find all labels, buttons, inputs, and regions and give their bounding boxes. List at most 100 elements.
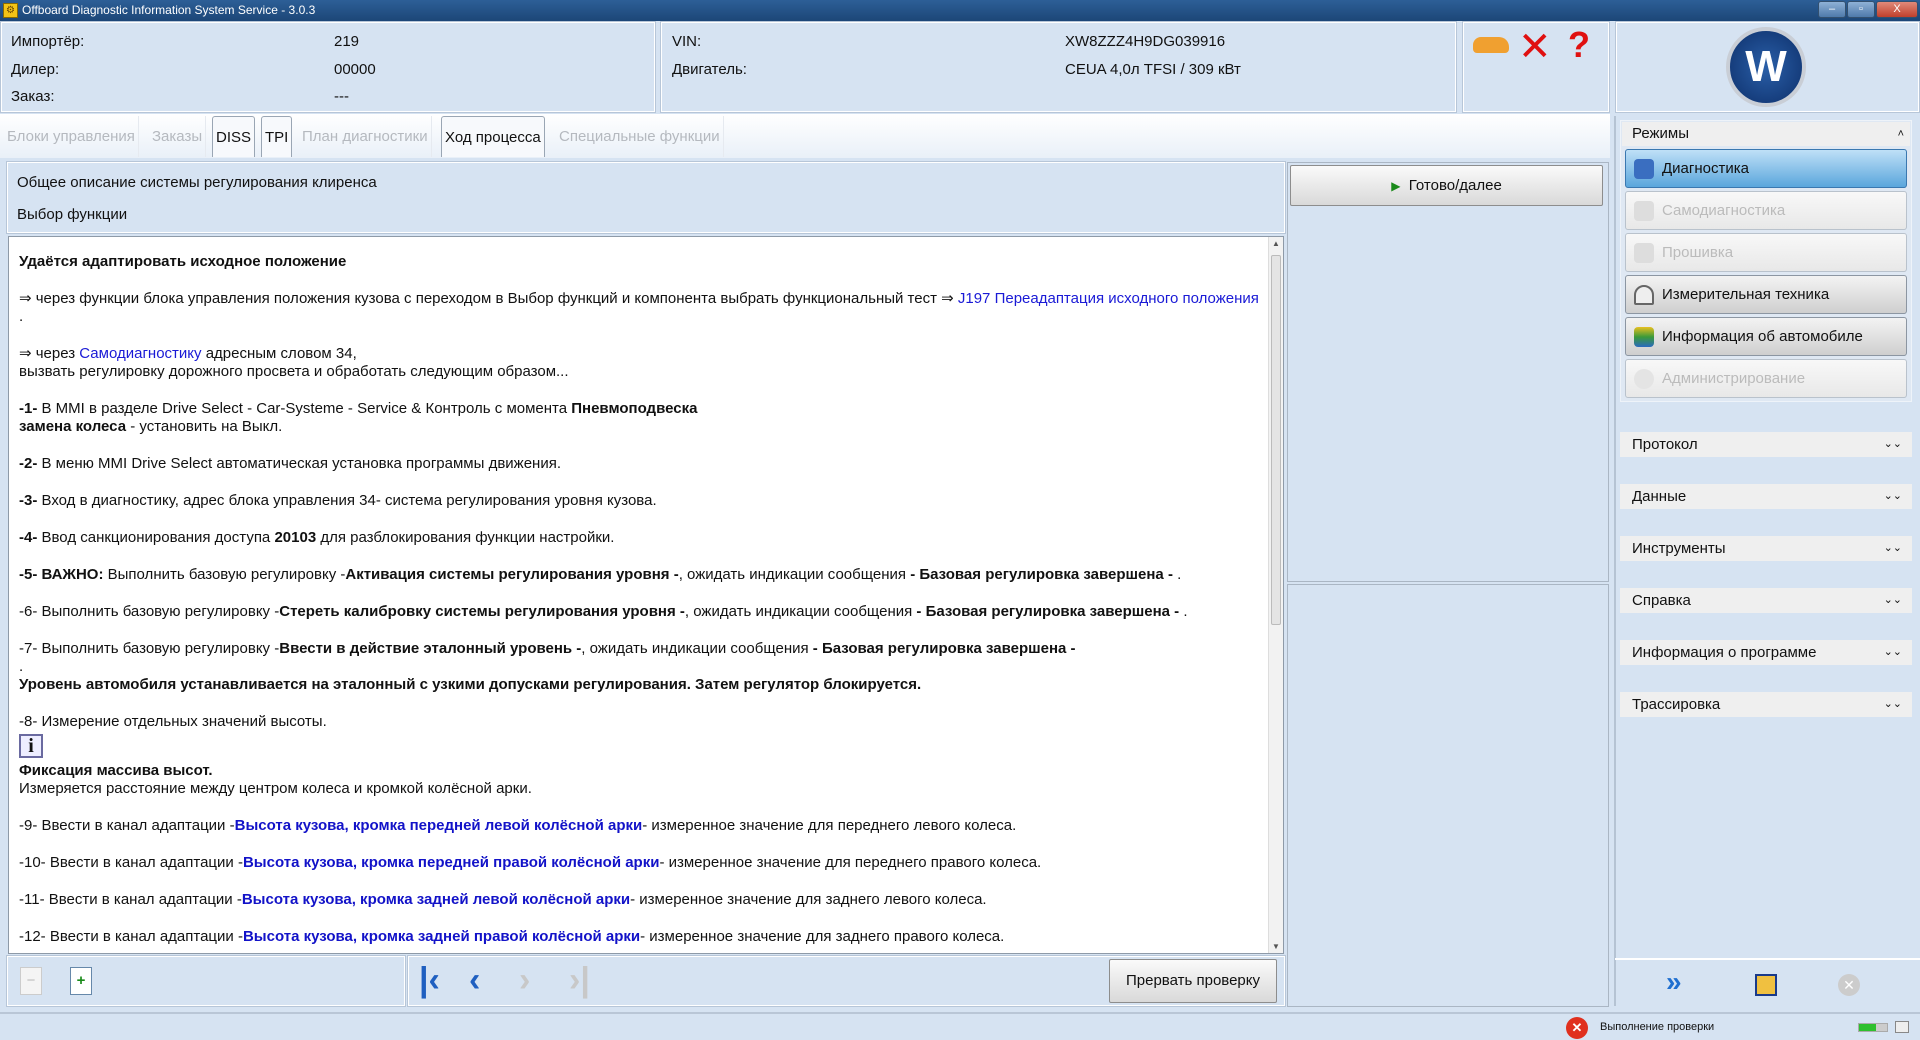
document-text: - измеренное значение для переднего лево…: [642, 817, 1017, 834]
minimize-button[interactable]: –: [1818, 1, 1846, 18]
document-text: -5- ВАЖНО:: [19, 566, 108, 583]
document-link[interactable]: Самодиагностику: [79, 345, 201, 362]
first-page-icon[interactable]: |‹: [419, 961, 440, 1000]
help-icon[interactable]: ?: [1568, 25, 1590, 65]
mode-diagnostics[interactable]: Диагностика: [1625, 149, 1907, 188]
next-page-icon[interactable]: ›: [519, 961, 530, 1000]
expand-icon: ⌄⌄: [1883, 542, 1902, 554]
next-button-label: Готово/далее: [1408, 177, 1502, 194]
section-label: Трассировка: [1632, 696, 1721, 713]
document-text: В меню MMI Drive Select автоматическая у…: [41, 455, 562, 472]
tab-special-functions[interactable]: Специальные функции: [556, 116, 724, 157]
mode-administration[interactable]: Администрирование: [1625, 359, 1907, 398]
mode-flashing[interactable]: Прошивка: [1625, 233, 1907, 272]
document-paragraph: -10- Ввести в канал адаптации -Высота ку…: [19, 854, 1259, 872]
sidebar-footer: » ✕: [1615, 958, 1920, 1008]
mode-label: Администрирование: [1662, 370, 1806, 387]
mode-label: Прошивка: [1662, 244, 1734, 261]
section-protocol[interactable]: Протокол ⌄⌄: [1620, 432, 1912, 457]
fit-window-icon[interactable]: [1755, 974, 1777, 996]
document-link[interactable]: J197 Переадаптация исходного положения: [958, 290, 1259, 307]
action-panel-lower: [1287, 584, 1609, 1007]
tab-orders[interactable]: Заказы: [149, 116, 207, 157]
document-text: -4-: [19, 529, 42, 546]
document-paragraph: -12- Ввести в канал адаптации -Высота ку…: [19, 928, 1259, 946]
document-text: Стереть калибровку системы регулирования…: [279, 603, 685, 620]
document-text: для разблокирования функции настройки.: [316, 529, 615, 546]
expand-icon: ⌄⌄: [1883, 698, 1902, 710]
document-text: Пневмоподвеска: [571, 400, 698, 417]
scrollbar-thumb[interactable]: [1271, 255, 1281, 625]
process-title: Общее описание системы регулирования кли…: [17, 174, 377, 191]
mode-measuring[interactable]: Измерительная техника: [1625, 275, 1907, 314]
document-text: 20103: [274, 529, 317, 546]
section-about[interactable]: Информация о программе ⌄⌄: [1620, 640, 1912, 665]
document-text: - измеренное значение для заднего левого…: [630, 891, 987, 908]
document-text: -6- Выполнить базовую регулировку -: [19, 603, 280, 620]
document-paragraph: -9- Ввести в канал адаптации -Высота куз…: [19, 817, 1259, 835]
section-label: Информация о программе: [1632, 644, 1817, 661]
tab-process[interactable]: Ход процесса: [441, 116, 545, 157]
mode-vehicle-info[interactable]: Информация об автомобиле: [1625, 317, 1907, 356]
zoom-in-icon[interactable]: +: [70, 967, 92, 995]
tab-tpi[interactable]: TPI: [261, 116, 293, 157]
section-help[interactable]: Справка ⌄⌄: [1620, 588, 1912, 613]
document-link[interactable]: Высота кузова, кромка передней левой кол…: [235, 817, 643, 834]
last-page-icon[interactable]: ›|: [569, 961, 590, 1000]
order-value: ---: [334, 88, 349, 105]
windows-icon[interactable]: [1895, 1021, 1909, 1033]
section-tracing[interactable]: Трассировка ⌄⌄: [1620, 692, 1912, 717]
section-label: Инструменты: [1632, 540, 1726, 557]
expand-icon: ⌄⌄: [1883, 490, 1902, 502]
close-button[interactable]: X: [1876, 1, 1918, 18]
tab-diagnostic-plan[interactable]: План диагностики: [299, 116, 432, 157]
document-text: замена колеса: [19, 418, 127, 435]
tab-diss[interactable]: DISS: [212, 116, 256, 157]
document-text: -3-: [19, 492, 42, 509]
document-text: , ожидать индикации сообщения: [581, 640, 813, 657]
vertical-scrollbar[interactable]: ▲ ▼: [1268, 237, 1283, 953]
mode-self-diagnosis[interactable]: Самодиагностика: [1625, 191, 1907, 230]
document-link[interactable]: Высота кузова, кромка передней правой ко…: [243, 854, 660, 871]
modes-title: Режимы: [1632, 125, 1690, 142]
document-paragraph: -8- Измерение отдельных значений высоты.…: [19, 713, 1259, 798]
document-link[interactable]: Высота кузова, кромка задней левой колёс…: [242, 891, 630, 908]
next-button[interactable]: ▶ Готово/далее: [1290, 165, 1603, 206]
gauge-icon: [1634, 285, 1654, 305]
scroll-up-icon[interactable]: ▲: [1272, 239, 1280, 248]
importer-label: Импортёр:: [11, 33, 85, 50]
cancel-disabled-icon[interactable]: ✕: [1838, 974, 1860, 996]
self-diagnosis-icon: [1634, 201, 1654, 221]
document-text: Выполнить базовую регулировку -: [107, 566, 346, 583]
document-link[interactable]: Высота кузова, кромка задней правой колё…: [243, 928, 640, 945]
car-icon[interactable]: [1473, 37, 1509, 53]
error-icon: ✕: [1566, 1017, 1588, 1039]
network-disconnected-icon[interactable]: ✕: [1518, 27, 1552, 67]
maximize-button[interactable]: ▫: [1847, 1, 1875, 18]
expand-sidebar-icon[interactable]: »: [1666, 966, 1682, 998]
abort-test-button[interactable]: Прервать проверку: [1109, 959, 1277, 1003]
document-text: - Базовая регулировка завершена -: [812, 640, 1076, 657]
section-label: Справка: [1632, 592, 1691, 609]
section-tools[interactable]: Инструменты ⌄⌄: [1620, 536, 1912, 561]
zoom-out-icon[interactable]: −: [20, 967, 42, 995]
tab-control-units[interactable]: Блоки управления: [4, 116, 139, 157]
document-text: .: [1179, 603, 1188, 620]
document-text: , ожидать индикации сообщения: [678, 566, 911, 583]
document-text: -7- Выполнить базовую регулировку -: [19, 640, 280, 657]
order-label: Заказ:: [11, 88, 55, 105]
document-paragraph: -2- В меню MMI Drive Select автоматическ…: [19, 455, 1259, 473]
stethoscope-icon: [1634, 159, 1654, 179]
title-bar: Offboard Diagnostic Information System S…: [0, 0, 1920, 21]
zoom-toolbar: − +: [6, 955, 406, 1007]
modes-header[interactable]: Режимы ˄: [1622, 122, 1910, 146]
collapse-icon[interactable]: ˄: [1898, 122, 1904, 146]
previous-page-icon[interactable]: ‹: [469, 961, 480, 1000]
document-paragraph: -6- Выполнить базовую регулировку -Стере…: [19, 603, 1259, 621]
section-data[interactable]: Данные ⌄⌄: [1620, 484, 1912, 509]
scroll-down-icon[interactable]: ▼: [1272, 942, 1280, 951]
instruction-document[interactable]: Удаётся адаптировать исходное положение ⇒…: [8, 236, 1284, 954]
action-panel: [1287, 162, 1609, 582]
section-label: Данные: [1632, 488, 1687, 505]
vw-logo-panel: W: [1615, 21, 1920, 113]
